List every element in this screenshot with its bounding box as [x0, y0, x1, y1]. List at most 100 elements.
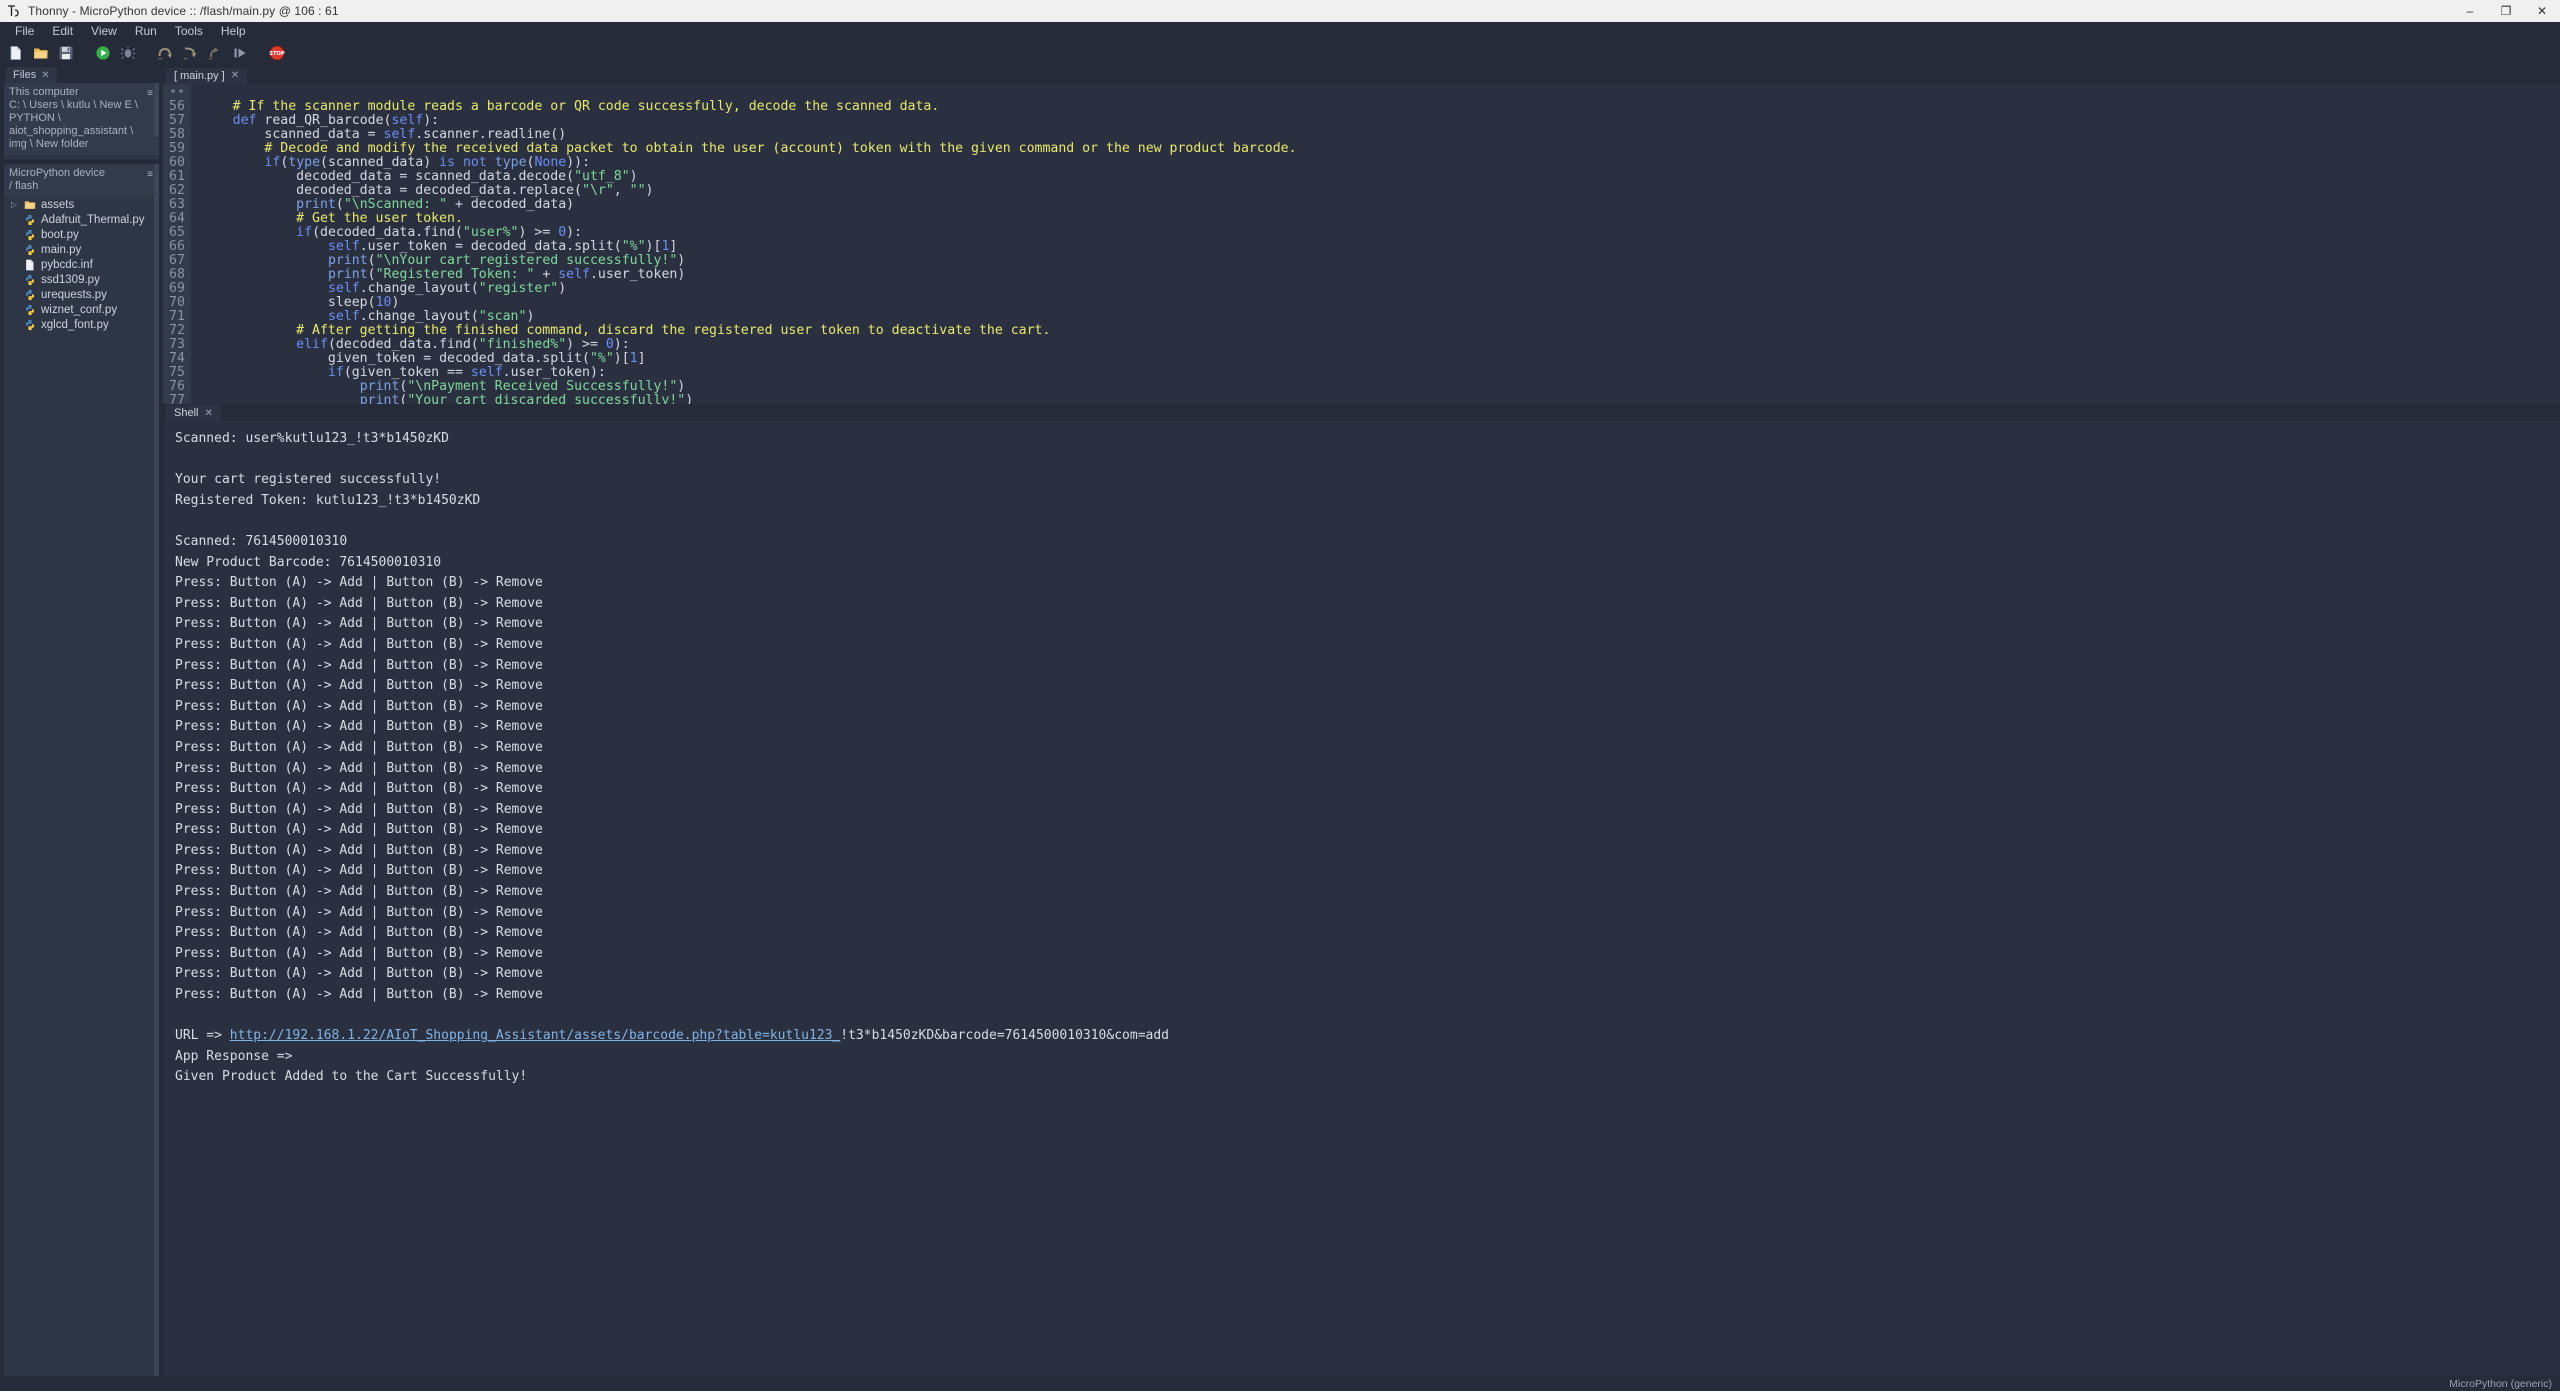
open-file-icon[interactable] [30, 42, 52, 64]
barcode-url-link[interactable]: http://192.168.1.22/AIoT_Shopping_Assist… [230, 1028, 840, 1043]
shell-line: Press: Button (A) -> Add | Button (B) ->… [175, 800, 2560, 821]
file-item-xglcd-font-py[interactable]: xglcd_font.py [4, 317, 159, 332]
device-section: MicroPython device / flash ≡ ▷assets Adaf… [4, 164, 159, 1376]
code-line: self.change_layout("scan") [201, 310, 2560, 324]
file-item-wiznet-conf-py[interactable]: wiznet_conf.py [4, 302, 159, 317]
menu-item-run[interactable]: Run [126, 22, 166, 40]
hamburger-icon[interactable]: ≡ [147, 168, 153, 181]
shell-output[interactable]: Scanned: user%kutlu123_!t3*b1450zKD Your… [163, 421, 2560, 1376]
save-file-icon[interactable] [55, 42, 77, 64]
python-file-icon [24, 229, 36, 241]
menubar: File Edit View Run Tools Help [0, 22, 2560, 40]
device-header[interactable]: MicroPython device / flash ≡ [4, 164, 159, 197]
shell-line: Scanned: 7614500010310 [175, 532, 2560, 553]
shell-line: Your cart registered successfully! [175, 470, 2560, 491]
tab-files[interactable]: Files ✕ [6, 67, 57, 83]
code-text[interactable]: # If the scanner module reads a barcode … [191, 84, 2560, 404]
files-panel: Files ✕ This computer C: \ Users \ kutlu… [0, 66, 163, 1376]
close-button[interactable]: ✕ [2524, 0, 2560, 22]
close-icon[interactable]: ✕ [41, 70, 49, 81]
file-item-urequests-py[interactable]: urequests.py [4, 287, 159, 302]
line-number: 59 [169, 142, 185, 156]
menu-item-tools[interactable]: Tools [166, 22, 212, 40]
line-number: 57 [169, 114, 185, 128]
this-computer-header[interactable]: This computer C: \ Users \ kutlu \ New E… [4, 83, 159, 155]
hamburger-icon[interactable]: ≡ [147, 87, 153, 100]
shell-line: Press: Button (A) -> Add | Button (B) ->… [175, 676, 2560, 697]
shell-line: Press: Button (A) -> Add | Button (B) ->… [175, 985, 2560, 1006]
code-line: # Decode and modify the received data pa… [201, 142, 2560, 156]
editor-tabstrip: [ main.py ] ✕ [163, 66, 2560, 84]
menu-item-view[interactable]: View [82, 22, 126, 40]
code-line: if(given_token == self.user_token): [201, 366, 2560, 380]
line-number: 72 [169, 324, 185, 338]
tab-shell[interactable]: Shell ✕ [166, 405, 221, 421]
close-icon[interactable]: ✕ [204, 408, 212, 419]
line-number: 73 [169, 338, 185, 352]
new-file-icon[interactable] [5, 42, 27, 64]
resume-icon[interactable] [229, 42, 251, 64]
file-item-label: ssd1309.py [41, 274, 100, 286]
this-computer-path: C: \ Users \ kutlu \ New E \ PYTHON \ ai… [9, 99, 138, 150]
file-item-ssd1309-py[interactable]: ssd1309.py [4, 272, 159, 287]
tab-main-py[interactable]: [ main.py ] ✕ [166, 68, 247, 84]
line-number: 70 [169, 296, 185, 310]
code-editor[interactable]: ••56575859606162636465666768697071727374… [163, 84, 2560, 404]
app-response-label: App Response => [175, 1047, 2560, 1068]
file-item-pybcdc-inf[interactable]: pybcdc.inf [4, 257, 159, 272]
shell-line: Press: Button (A) -> Add | Button (B) ->… [175, 923, 2560, 944]
step-into-icon[interactable] [179, 42, 201, 64]
debug-icon[interactable] [117, 42, 139, 64]
window-titlebar: Thonny - MicroPython device :: /flash/ma… [0, 0, 2560, 22]
line-number: 67 [169, 254, 185, 268]
code-line: print("Your cart discarded successfully!… [201, 394, 2560, 404]
expand-arrow-icon[interactable]: ▷ [11, 200, 19, 209]
thonny-icon [6, 3, 22, 19]
python-file-icon [24, 304, 36, 316]
tab-files-label: Files [13, 69, 36, 81]
generic-file-icon [24, 259, 36, 271]
step-out-icon[interactable] [204, 42, 226, 64]
backend-label[interactable]: MicroPython (generic) [2449, 1378, 2552, 1390]
python-file-icon [24, 214, 36, 226]
code-line: if(decoded_data.find("user%") >= 0): [201, 226, 2560, 240]
file-item-assets[interactable]: ▷assets [4, 197, 159, 212]
shell-line: Press: Button (A) -> Add | Button (B) ->… [175, 573, 2560, 594]
code-line: if(type(scanned_data) is not type(None))… [201, 156, 2560, 170]
shell-tabstrip: Shell ✕ [163, 404, 2560, 421]
this-computer-scrollbar[interactable] [154, 83, 159, 137]
line-number: 62 [169, 184, 185, 198]
shell-line: Press: Button (A) -> Add | Button (B) ->… [175, 820, 2560, 841]
file-item-boot-py[interactable]: boot.py [4, 227, 159, 242]
app-response-value: Given Product Added to the Cart Successf… [175, 1067, 2560, 1088]
line-number: 75 [169, 366, 185, 380]
line-number: 65 [169, 226, 185, 240]
line-number: 69 [169, 282, 185, 296]
file-item-label: Adafruit_Thermal.py [41, 214, 145, 226]
step-over-icon[interactable] [154, 42, 176, 64]
file-item-label: xglcd_font.py [41, 319, 109, 331]
device-filelist[interactable]: ▷assets Adafruit_Thermal.pyboot.pymain.py… [4, 197, 159, 332]
python-file-icon [24, 274, 36, 286]
code-line: # If the scanner module reads a barcode … [201, 100, 2560, 114]
this-computer-section: This computer C: \ Users \ kutlu \ New E… [4, 83, 159, 159]
shell-line: Press: Button (A) -> Add | Button (B) ->… [175, 717, 2560, 738]
close-icon[interactable]: ✕ [231, 70, 239, 81]
file-item-adafruit-thermal-py[interactable]: Adafruit_Thermal.py [4, 212, 159, 227]
minimize-button[interactable]: – [2452, 0, 2488, 22]
maximize-button[interactable]: ❐ [2488, 0, 2524, 22]
this-computer-filelist[interactable] [4, 155, 159, 159]
menu-item-help[interactable]: Help [212, 22, 255, 40]
menu-item-edit[interactable]: Edit [43, 22, 82, 40]
run-icon[interactable] [92, 42, 114, 64]
python-file-icon [24, 319, 36, 331]
menu-item-file[interactable]: File [6, 22, 43, 40]
code-line: print("\nScanned: " + decoded_data) [201, 198, 2560, 212]
shell-line [175, 450, 2560, 471]
shell-panel: Shell ✕ Scanned: user%kutlu123_!t3*b1450… [163, 404, 2560, 1376]
code-line: scanned_data = self.scanner.readline() [201, 128, 2560, 142]
file-item-main-py[interactable]: main.py [4, 242, 159, 257]
shell-line: Press: Button (A) -> Add | Button (B) ->… [175, 697, 2560, 718]
stop-icon[interactable]: STOP [266, 42, 288, 64]
device-scrollbar[interactable] [154, 164, 159, 1376]
